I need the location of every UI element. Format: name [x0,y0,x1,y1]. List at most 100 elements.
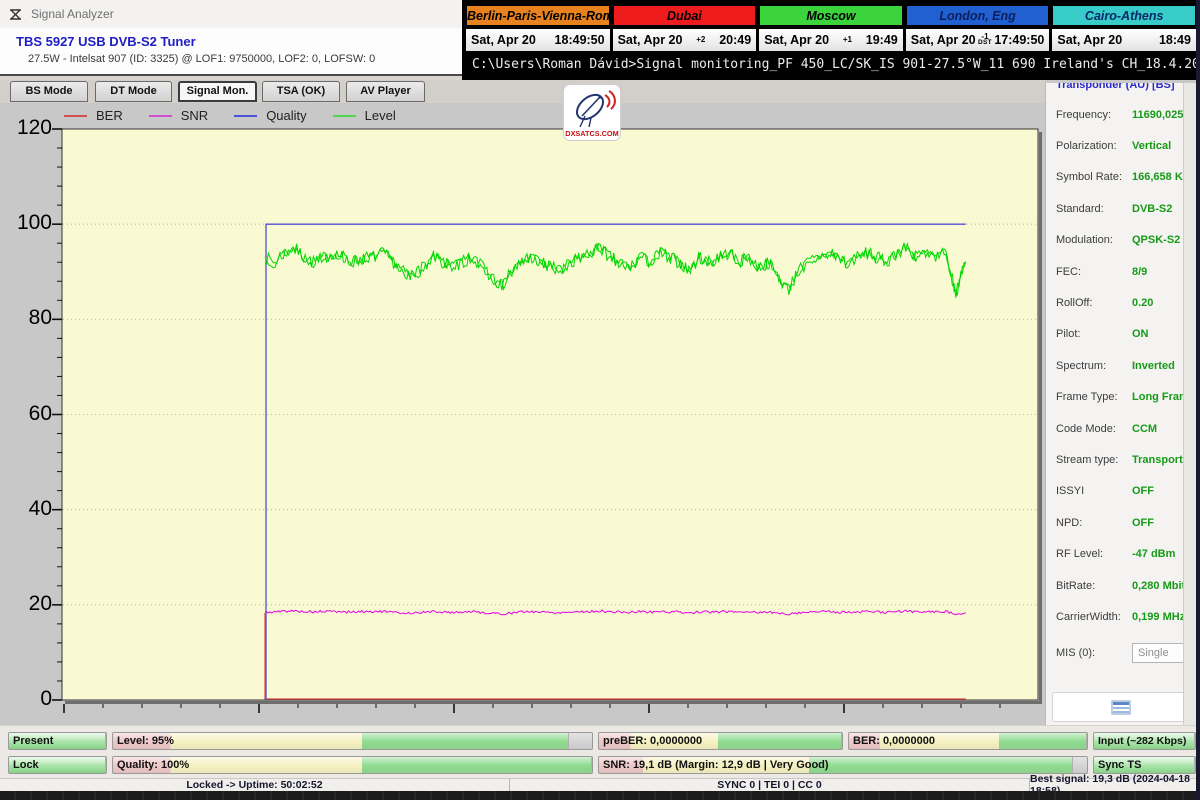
field-value: 8/9 [1132,265,1148,278]
field-label: BitRate: [1056,579,1096,592]
field-label: Standard: [1056,202,1104,215]
status-bar: Locked -> Uptime: 50:02:52 SYNC 0 | TEI … [0,773,1196,797]
signal-analyzer-window: Signal Analyzer TBS 5927 USB DVB-S2 Tune… [0,0,1200,800]
clock-date: Sat, Apr 20 [910,33,976,47]
field-label: Code Mode: [1056,422,1116,435]
quality-meter: Quality: 100% [112,756,593,774]
console-prompt[interactable]: C:\Users\Roman Dávid>Signal monitoring_P… [466,55,1196,77]
right-scrollbar-track[interactable] [1183,83,1196,725]
legend-item-snr: SNR [148,108,208,123]
transponder-row: Spectrum: Inverted [1056,350,1196,381]
tab-av-player[interactable]: AV Player [346,81,425,102]
transponder-row: NPD: OFF [1056,507,1196,538]
present-indicator: Present [8,732,107,750]
tab-strip: BS Mode DT Mode Signal Mon. TSA (OK) AV … [0,80,1045,103]
legend-item-quality: Quality [234,108,307,123]
svg-text:DXSATCS.COM: DXSATCS.COM [565,129,618,138]
tab-signal-mon[interactable]: Signal Mon. [178,81,257,102]
clock-time-moscow: Sat, Apr 20 +1 19:49 [759,29,903,51]
window-bottom-border [0,791,1196,800]
clock-header-berlin: Berlin-Paris-Vienna-Roma [466,5,610,26]
clock-time-cairo: Sat, Apr 20 18:49 [1052,29,1196,51]
app-icon [10,8,21,20]
signal-plot [52,128,1042,713]
signal-meters: Present Level: 95% preBER: 0,0000000 BER… [0,725,1196,778]
field-label: Polarization: [1056,140,1117,153]
clock-time-dubai: Sat, Apr 20 +2 20:49 [612,29,757,51]
transponder-header: Transponder (AU) [BS] [1056,83,1175,91]
field-label: Symbol Rate: [1056,171,1123,184]
input-rate-indicator: Input (~282 Kbps) [1093,732,1196,750]
transponder-row: BitRate: 0,280 Mbit/s [1056,570,1196,601]
transponder-row: Frequency:11690,025 MHz [1056,99,1196,130]
snr-swatch [148,114,172,117]
clock-header-cairo: Cairo-Athens [1052,5,1196,26]
field-label: NPD: [1056,516,1083,529]
transponder-row: Symbol Rate: 166,658 KS/s [1056,162,1196,193]
preber-meter: preBER: 0,0000000 [598,732,843,750]
field-value: 0.20 [1132,297,1154,310]
transponder-row: Code Mode: CCM [1056,413,1196,444]
field-value: QPSK-S2 [1132,234,1181,247]
field-value: OFF [1132,516,1154,529]
window-title: Signal Analyzer [31,7,114,21]
mis-label: MIS (0): [1056,646,1096,659]
field-label: Modulation: [1056,234,1113,247]
tuner-info: TBS 5927 USB DVB-S2 Tuner 27.5W - Intels… [0,28,462,74]
clock-time: 19:49 [865,33,898,47]
clock-header-london: London, Eng [905,5,1050,26]
chart-region: BER SNR Quality Level 0 20 40 60 80 100 120 [0,103,1045,725]
field-label: CarrierWidth: [1056,610,1121,623]
clock-time: 18:49:50 [554,33,605,47]
transponder-row: CarrierWidth: 0,199 MHz [1056,601,1196,632]
clock-time: 17:49:50 [994,33,1045,47]
clock-date: Sat, Apr 20 [764,33,830,47]
field-value: Transport [1132,453,1183,466]
clock-date: Sat, Apr 20 [471,33,536,47]
field-label: RF Level: [1056,548,1104,561]
transponder-panel: Transponder (AU) [BS] Frequency: 11690,02… [1045,83,1196,725]
field-value: -47 dBm [1132,548,1176,561]
world-clock-panel: Berlin-Paris-Vienna-Roma Dubai Moscow Lo… [462,0,1196,80]
title-bar: Signal Analyzer [0,0,462,28]
transponder-row: Pilot: ON [1056,319,1196,350]
best-signal-status: Best signal: 19,3 dB (2024-04-18 18:58) [1030,773,1190,797]
field-value: OFF [1132,485,1154,498]
field-value: 0,199 MHz [1132,610,1186,623]
transponder-row: ISSYI OFF [1056,476,1196,507]
tab-bs-mode[interactable]: BS Mode [10,81,88,102]
snr-meter: SNR: 19,1 dB (Margin: 12,9 dB | Very Goo… [598,756,1088,774]
field-value: Vertical [1132,140,1172,153]
clock-date: Sat, Apr 20 [617,33,683,47]
sync-ts-indicator: Sync TS [1093,756,1196,774]
transponder-row: Stream type: Transport [1056,444,1196,475]
level-swatch [332,114,356,117]
field-label: Spectrum: [1056,359,1107,372]
clock-time-london: Sat, Apr 20 -1 DST 17:49:50 [905,29,1050,51]
ber-swatch [64,114,87,117]
field-label: FEC: [1056,265,1082,278]
field-label: Pilot: [1056,328,1081,341]
clock-date: Sat, Apr 20 [1057,33,1123,47]
field-label: Frame Type: [1056,391,1118,404]
field-label: RollOff: [1056,297,1093,310]
tab-tsa[interactable]: TSA (OK) [262,81,340,102]
lock-uptime-status: Locked -> Uptime: 50:02:52 [0,779,510,791]
utc-offset: +2 [696,35,706,44]
satellite-dish-icon: DXSATCS.COM [565,90,619,138]
field-label: Stream type: [1056,453,1119,466]
tuner-details: 27.5W - Intelsat 907 (ID: 3325) @ LOF1: … [28,53,376,65]
transponder-row: Modulation: QPSK-S2 [1056,225,1196,256]
list-icon [1111,700,1131,714]
field-value: ON [1132,328,1149,341]
clock-time-berlin: Sat, Apr 20 18:49:50 [466,29,610,51]
transport-list-button[interactable] [1052,692,1190,722]
transponder-row: RollOff: 0.20 [1056,287,1196,318]
transponder-fields: Frequency:11690,025 MHz Polarization: Vert… [1056,99,1196,633]
dst-offset: -1 DST [978,32,992,46]
level-meter: Level: 95% [112,732,593,750]
field-label: Frequency: [1056,108,1112,121]
field-label: ISSYI [1056,485,1085,498]
tab-dt-mode[interactable]: DT Mode [95,81,172,102]
legend-item-level: Level [332,108,396,123]
